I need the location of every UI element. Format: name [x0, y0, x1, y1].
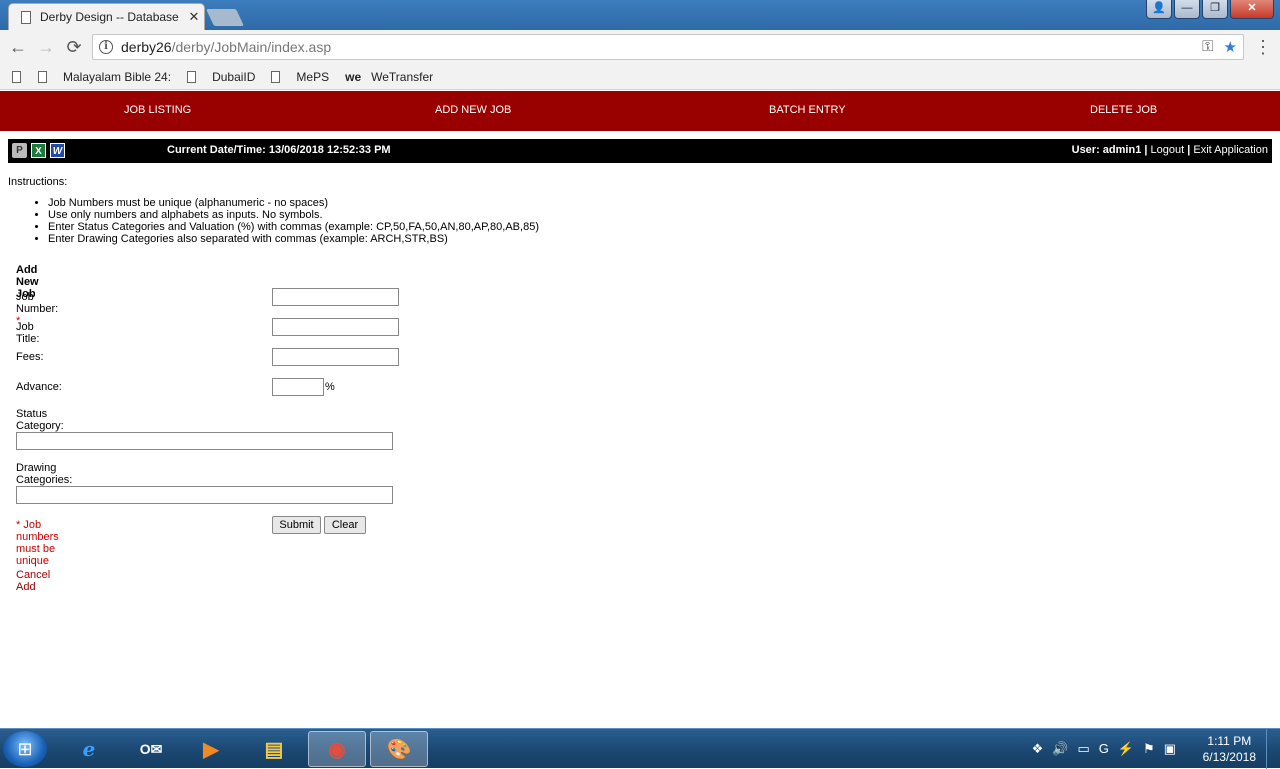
back-icon[interactable]: ← [4, 37, 32, 58]
job-title-input[interactable] [272, 318, 399, 336]
bookmark-dubaiid[interactable]: DubaiID [187, 70, 255, 84]
cancel-add-link[interactable]: Cancel Add [16, 569, 50, 593]
instruction-item: Enter Status Categories and Valuation (%… [48, 221, 539, 233]
drawing-categories-label: Drawing Categories: [16, 462, 73, 486]
printer-icon[interactable]: P [12, 143, 27, 158]
windows-icon: ⊞ [17, 739, 33, 759]
drawing-categories-input[interactable] [16, 486, 393, 504]
power-icon[interactable]: ⚡ [1118, 741, 1134, 757]
pdf-icon[interactable]: ▣ [1164, 741, 1176, 757]
advance-input[interactable] [272, 378, 324, 396]
job-title-label: Job Title: [16, 321, 40, 345]
window-controls: 👤 — ❐ ✕ [1146, 0, 1274, 19]
close-tab-icon[interactable]: ✕ [184, 9, 204, 25]
key-icon[interactable]: ⚿ [1202, 38, 1213, 56]
percent-sign: % [325, 381, 335, 393]
bookmarks-bar: Malayalam Bible 24: DubaiID MePS we WeTr… [0, 64, 1280, 90]
bookmark-malayalam-bible[interactable]: Malayalam Bible 24: [38, 70, 171, 84]
new-tab-button[interactable] [206, 9, 244, 26]
network-icon[interactable]: ▭ [1077, 741, 1089, 757]
info-bar: P X W Current Date/Time: 13/06/2018 12:5… [8, 139, 1272, 163]
info-icon[interactable]: i [99, 40, 113, 54]
nav-job-listing[interactable]: JOB LISTING [124, 104, 191, 116]
status-category-label: Status Category: [16, 408, 64, 432]
menu-icon[interactable]: ⋮ [1254, 37, 1272, 58]
clock[interactable]: 1:11 PM 6/13/2018 [1203, 733, 1256, 765]
url-path: /derby/JobMain/index.asp [171, 39, 332, 55]
browser-titlebar: Derby Design -- Database ✕ 👤 — ❐ ✕ [0, 0, 1280, 30]
excel-icon[interactable]: X [31, 143, 46, 158]
address-bar[interactable]: i derby26/derby/JobMain/index.asp ⚿ ★ [92, 34, 1244, 60]
star-icon[interactable]: ★ [1224, 38, 1237, 56]
volume-icon[interactable]: 🔊 [1052, 741, 1068, 757]
bookmark-wetransfer[interactable]: we WeTransfer [345, 70, 433, 84]
file-explorer-icon[interactable]: ▤ [245, 731, 303, 767]
google-icon[interactable]: G [1099, 741, 1109, 757]
reload-icon[interactable]: ⟳ [60, 37, 88, 58]
current-datetime: Current Date/Time: 13/06/2018 12:52:33 P… [167, 144, 391, 156]
submit-button[interactable]: Submit [272, 516, 321, 534]
close-window-button[interactable]: ✕ [1230, 0, 1274, 19]
instruction-item: Job Numbers must be unique (alphanumeric… [48, 197, 539, 209]
user-label: User: admin1 [1071, 144, 1142, 156]
nav-batch-entry[interactable]: BATCH ENTRY [769, 104, 846, 116]
flag-icon[interactable]: ⚑ [1143, 741, 1155, 757]
page-icon [187, 70, 197, 83]
bookmark-label: MePS [296, 69, 330, 84]
exit-application-link[interactable]: Exit Application [1193, 144, 1268, 156]
nav-add-new-job[interactable]: ADD NEW JOB [435, 104, 511, 116]
bookmark-label: WeTransfer [371, 69, 434, 84]
nav-delete-job[interactable]: DELETE JOB [1090, 104, 1157, 116]
user-box: User: admin1 | Logout | Exit Application [1072, 144, 1268, 156]
instruction-item: Use only numbers and alphabets as inputs… [48, 209, 539, 221]
clear-button[interactable]: Clear [324, 516, 366, 534]
internet-explorer-icon[interactable]: e [60, 731, 118, 767]
dropbox-icon[interactable]: ❖ [1032, 741, 1044, 757]
instructions-list: Job Numbers must be unique (alphanumeric… [48, 197, 539, 245]
system-tray: ❖ 🔊 ▭ G ⚡ ⚑ ▣ [1032, 741, 1176, 757]
tab-title: Derby Design -- Database [40, 10, 179, 24]
wetransfer-icon: we [345, 69, 362, 84]
job-number-input[interactable] [272, 288, 399, 306]
forward-icon[interactable]: → [32, 37, 60, 58]
separator: | [1187, 144, 1191, 156]
outlook-icon[interactable]: O✉ [122, 731, 180, 767]
clock-date: 6/13/2018 [1202, 750, 1256, 764]
main-nav: JOB LISTING ADD NEW JOB BATCH ENTRY DELE… [0, 91, 1280, 131]
taskbar: ⊞ e O✉ ▶ ▤ ◉ 🎨 ❖ 🔊 ▭ G ⚡ ⚑ ▣ 1:11 PM 6/1… [0, 728, 1280, 769]
user-icon[interactable]: 👤 [1146, 0, 1172, 19]
fees-label: Fees: [16, 351, 44, 363]
word-icon[interactable]: W [50, 143, 65, 158]
unique-note: * Job numbers must be unique [16, 519, 59, 567]
bookmark-meps[interactable]: MePS [271, 70, 329, 84]
url-host: derby26 [121, 39, 172, 55]
separator: | [1144, 144, 1148, 156]
page-icon [38, 70, 47, 83]
maximize-button[interactable]: ❐ [1202, 0, 1228, 19]
advance-label: Advance: [16, 381, 62, 393]
bookmark-label: DubaiID [212, 69, 256, 84]
instructions-label: Instructions: [8, 176, 68, 188]
browser-toolbar: ← → ⟳ i derby26/derby/JobMain/index.asp … [0, 30, 1280, 64]
page-icon [21, 10, 31, 24]
paint-icon[interactable]: 🎨 [370, 731, 428, 767]
status-category-input[interactable] [16, 432, 393, 450]
bookmark-label: Malayalam Bible 24: [63, 69, 172, 84]
chrome-icon[interactable]: ◉ [308, 731, 366, 767]
instruction-item: Enter Drawing Categories also separated … [48, 233, 539, 245]
page-icon [271, 70, 281, 83]
clock-time: 1:11 PM [1207, 734, 1252, 748]
fees-input[interactable] [272, 348, 399, 366]
bookmark-page-icon[interactable] [12, 70, 21, 83]
media-player-icon[interactable]: ▶ [182, 731, 240, 767]
start-button[interactable]: ⊞ [3, 731, 47, 767]
logout-link[interactable]: Logout [1151, 144, 1185, 156]
browser-tab[interactable]: Derby Design -- Database ✕ [8, 3, 205, 30]
minimize-button[interactable]: — [1174, 0, 1200, 19]
show-desktop-button[interactable] [1266, 729, 1280, 769]
